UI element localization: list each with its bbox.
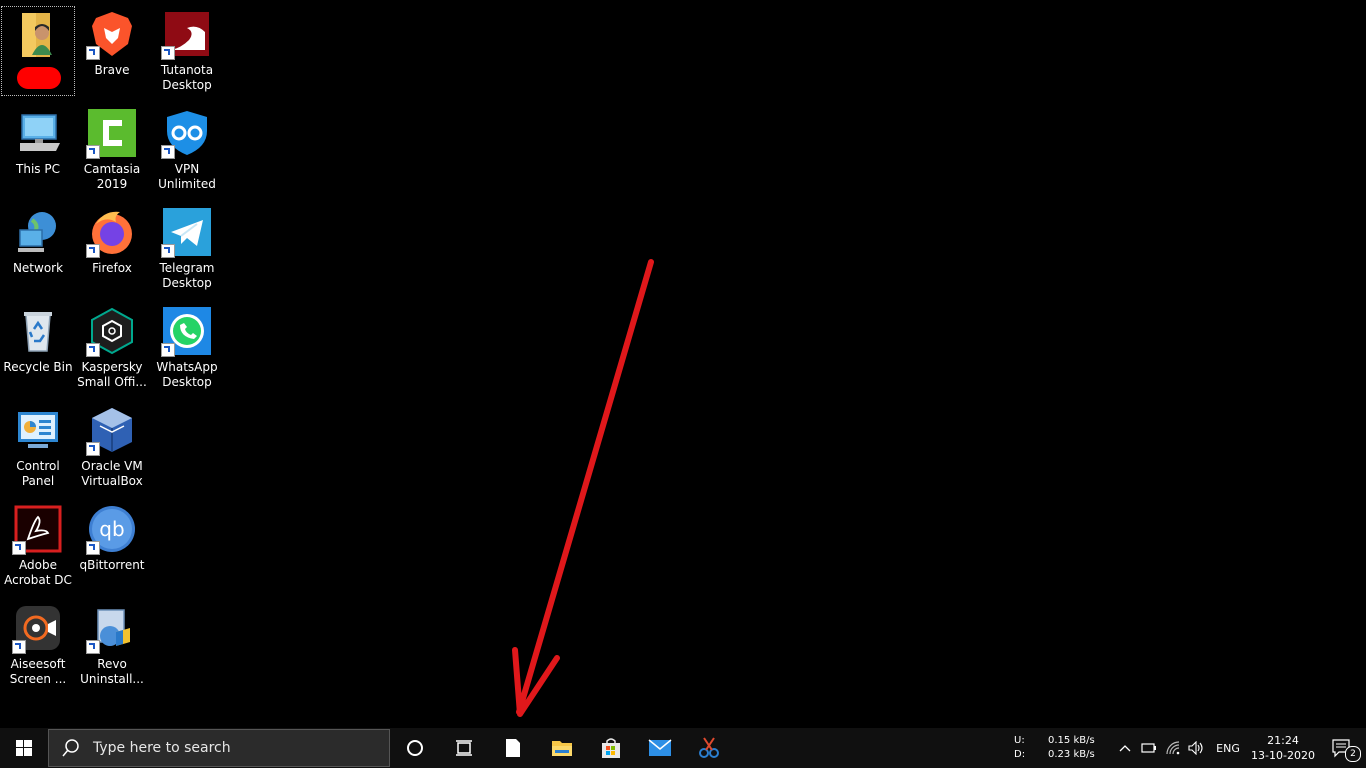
system-tray: U: D: 0.15 kB/s 0.23 kB/s ENG 21:24 13-1… bbox=[1014, 728, 1366, 768]
search-placeholder: Type here to search bbox=[93, 740, 231, 756]
speaker-icon bbox=[1188, 741, 1203, 755]
chevron-up-icon bbox=[1119, 745, 1131, 752]
volume-button[interactable] bbox=[1184, 728, 1208, 768]
taskbar-app-snipping-tool[interactable] bbox=[684, 728, 733, 768]
cortana-button[interactable] bbox=[390, 728, 439, 768]
start-button[interactable] bbox=[0, 728, 48, 768]
notification-count-badge: 2 bbox=[1345, 746, 1361, 762]
battery-button[interactable] bbox=[1136, 728, 1162, 768]
task-view-button[interactable] bbox=[439, 728, 488, 768]
cortana-circle-icon bbox=[406, 740, 423, 756]
upload-label: U: bbox=[1014, 735, 1025, 746]
store-bag-icon bbox=[601, 738, 620, 758]
taskbar-app-file-explorer[interactable] bbox=[537, 728, 586, 768]
wifi-icon bbox=[1166, 741, 1180, 755]
taskbar-app-blank-document[interactable] bbox=[488, 728, 537, 768]
clock-date: 13-10-2020 bbox=[1251, 749, 1315, 762]
taskbar-app-mail[interactable] bbox=[635, 728, 684, 768]
upload-speed: 0.15 kB/s bbox=[1048, 735, 1095, 746]
taskbar: Type here to search U: D: 0.15 kB/s 0.23… bbox=[0, 728, 1366, 768]
network-status-button[interactable] bbox=[1162, 728, 1184, 768]
clock-time: 21:24 bbox=[1267, 734, 1299, 747]
language-indicator[interactable]: ENG bbox=[1208, 728, 1248, 768]
show-hidden-icons-button[interactable] bbox=[1114, 728, 1136, 768]
download-speed: 0.23 kB/s bbox=[1048, 749, 1095, 760]
scissors-icon bbox=[698, 737, 719, 758]
net-monitor-labels: U: D: bbox=[1014, 734, 1048, 762]
battery-icon bbox=[1141, 743, 1156, 753]
download-label: D: bbox=[1014, 749, 1026, 760]
task-view-icon bbox=[455, 740, 472, 756]
windows-logo-icon bbox=[16, 740, 32, 756]
action-center-button[interactable]: 2 bbox=[1318, 728, 1366, 768]
search-icon bbox=[62, 739, 79, 757]
blank-document-icon bbox=[505, 739, 520, 757]
taskbar-search-box[interactable]: Type here to search bbox=[48, 729, 390, 767]
taskbar-app-microsoft-store[interactable] bbox=[586, 728, 635, 768]
annotation-arrow bbox=[512, 259, 654, 717]
clock[interactable]: 21:24 13-10-2020 bbox=[1248, 733, 1318, 763]
file-explorer-icon bbox=[551, 741, 572, 756]
net-monitor-speeds[interactable]: 0.15 kB/s 0.23 kB/s bbox=[1048, 734, 1106, 762]
mail-envelope-icon bbox=[648, 739, 671, 756]
